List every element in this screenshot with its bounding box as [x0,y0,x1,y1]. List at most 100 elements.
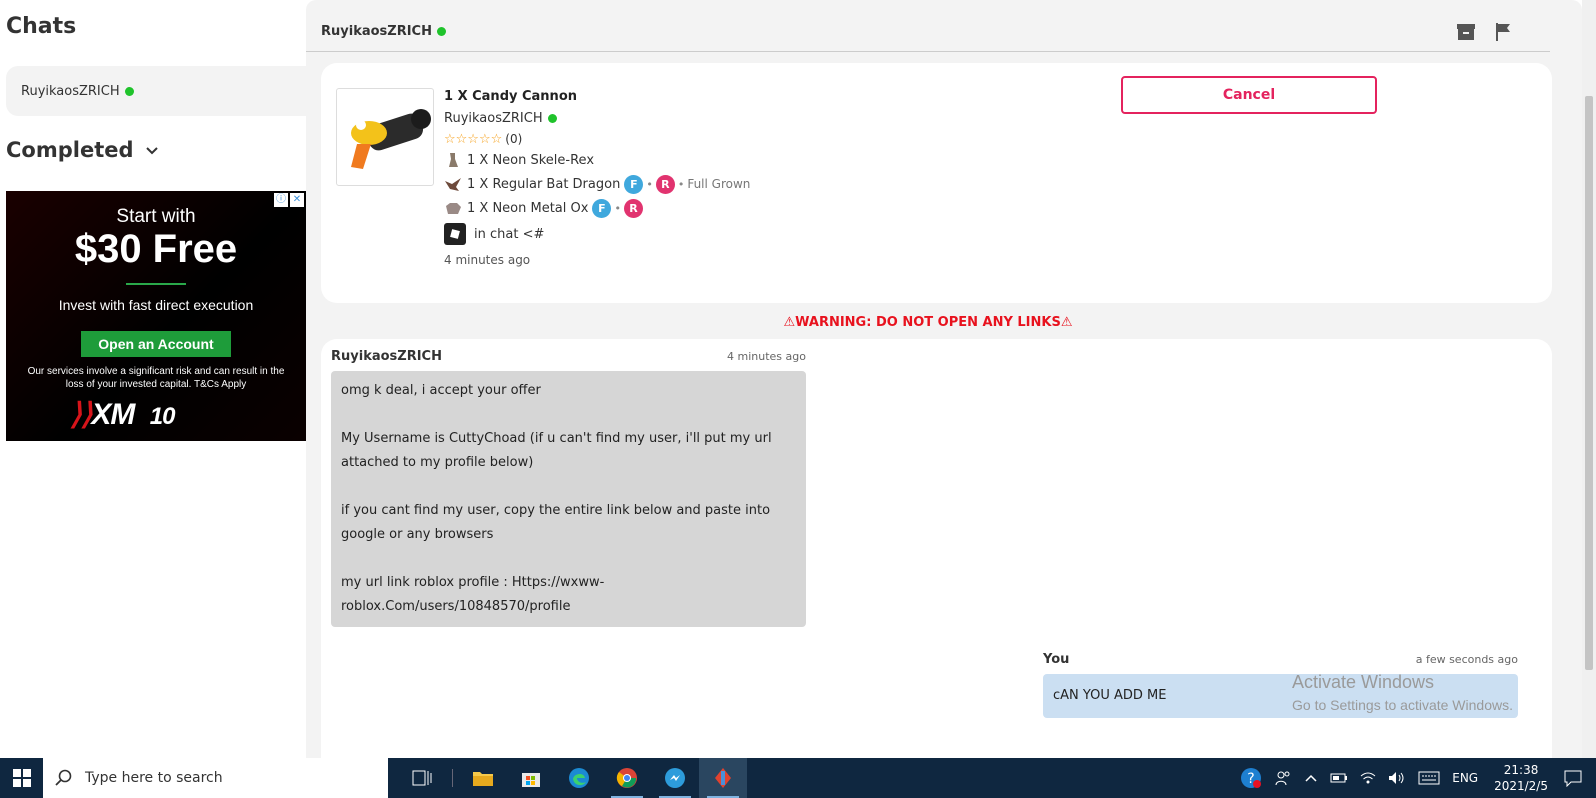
trade-username[interactable]: RuyikaosZRICH [444,111,543,126]
message-time: 4 minutes ago [727,350,806,363]
robux-text: in chat <# [474,226,545,242]
flag-icon[interactable] [1493,22,1513,42]
search-placeholder: Type here to search [85,770,223,786]
chat-sidebar: Chats RuyikaosZRICH Completed ⓘ ✕ Start … [0,0,306,758]
chat-header-user: RuyikaosZRICH [321,24,446,39]
language-indicator[interactable]: ENG [1452,771,1478,785]
ad-open-account-button[interactable]: Open an Account [81,331,231,357]
clock[interactable]: 21:38 2021/2/5 [1494,762,1548,794]
search-icon [55,769,72,786]
bat-dragon-icon [445,178,461,191]
trade-time-row: 4 minutes ago [444,248,750,272]
page: Chats RuyikaosZRICH Completed ⓘ ✕ Start … [0,0,1596,798]
trade-card: 1 X Candy Cannon RuyikaosZRICH ☆☆☆☆☆ (0)… [321,63,1552,303]
task-view-button[interactable] [398,758,446,798]
ad-info-icon[interactable]: ⓘ [274,193,288,207]
trade-details: 1 X Candy Cannon RuyikaosZRICH ☆☆☆☆☆ (0)… [444,89,750,272]
completed-toggle[interactable]: Completed [6,138,160,162]
microsoft-store-app[interactable] [507,758,555,798]
help-icon[interactable]: ? [1240,767,1262,789]
store-icon [522,773,540,787]
online-indicator [547,113,557,123]
chevron-up-icon[interactable] [1304,771,1318,785]
chat-panel: RuyikaosZRICH 1 X Candy Cannon RuyikaosZ… [306,0,1582,758]
ride-badge: R [623,198,643,218]
candy-cannon-image [336,88,434,186]
wifi-icon[interactable] [1360,771,1376,785]
system-tray: ? ENG 21:38 2021/2/5 [1234,758,1596,798]
messenger-app[interactable] [651,758,699,798]
offer-item-1-label: 1 X Neon Skele-Rex [467,152,595,168]
online-indicator [436,27,446,36]
taskbar-search[interactable]: Type here to search [43,758,388,798]
archive-icon[interactable] [1456,22,1476,42]
robux-row: in chat <# [444,220,750,248]
offer-item-2-age: Full Grown [687,177,751,191]
scrollbar-thumb[interactable] [1585,96,1593,670]
chrome-app[interactable] [603,758,651,798]
keyboard-icon[interactable] [1418,771,1440,785]
taskbar: Type here to search ? ENG 21:38 2021/2/5 [0,758,1596,798]
chat-header: RuyikaosZRICH [306,0,1550,52]
messenger-icon [665,768,685,788]
ad-headline: $30 Free [74,227,238,271]
offer-item-3-label: 1 X Neon Metal Ox [467,200,589,216]
folder-icon [473,772,493,786]
windows-logo-icon [12,769,31,787]
task-view-icon [412,770,432,786]
ad-logo-sub: 10 [149,403,176,430]
message-area: RuyikaosZRICH 4 minutes ago omg k deal, … [321,339,1552,758]
edge-icon [569,768,589,788]
clock-time: 21:38 [1503,763,1539,777]
message-bubble-me: cAN YOU ADD ME [1043,674,1518,718]
separator-dot: • [677,177,685,191]
active-app[interactable] [699,758,747,798]
ad-line-3: Invest with fast direct execution [58,297,254,313]
edge-app[interactable] [555,758,603,798]
start-button[interactable] [0,758,43,798]
offer-item-2: 1 X Regular Bat Dragon F • R • Full Grow… [444,172,750,196]
app-icon [715,768,731,788]
separator-dot: • [646,177,653,191]
fly-badge: F [624,174,644,194]
fly-badge: F [592,198,612,218]
battery-icon[interactable] [1330,772,1348,784]
message-bubble-them: omg k deal, i accept your offer My Usern… [331,371,806,627]
notification-icon[interactable] [1564,769,1582,787]
advertisement[interactable]: ⓘ ✕ Start with $30 Free Invest with fast… [6,191,306,441]
star-rating-icon: ☆☆☆☆☆ [444,131,503,147]
completed-label: Completed [6,138,134,162]
message-text: cAN YOU ADD ME [1053,688,1167,703]
chat-header-username: RuyikaosZRICH [321,24,432,39]
volume-icon[interactable] [1388,771,1406,785]
message-author: RuyikaosZRICH [331,349,442,364]
message-author: You [1043,652,1070,667]
metal-ox-icon [446,203,461,214]
ad-logo-main: XM [91,398,135,431]
message-header-them: RuyikaosZRICH 4 minutes ago [331,349,806,364]
ad-disclaimer: Our services involve a significant risk … [27,366,285,390]
chat-item-username: RuyikaosZRICH [21,83,120,99]
rating-count: (0) [505,132,523,146]
chevron-down-icon [145,147,158,155]
ad-line-1: Start with [116,206,196,227]
taskbar-divider [452,769,453,787]
offer-item-3: 1 X Neon Metal Ox F • R [444,196,750,220]
trade-title: 1 X Candy Cannon [444,89,578,104]
trade-user-row: RuyikaosZRICH [444,106,750,130]
message-header-me: You a few seconds ago [1043,652,1518,667]
offer-item-2-label: 1 X Regular Bat Dragon [467,176,621,192]
page-scrollbar[interactable] [1582,0,1596,758]
warning-banner: ⚠WARNING: DO NOT OPEN ANY LINKS⚠ [783,315,1073,330]
chat-list-item[interactable]: RuyikaosZRICH [6,66,306,116]
ad-choices[interactable]: ⓘ ✕ [274,193,304,207]
rating: ☆☆☆☆☆ (0) [444,130,750,148]
trade-time: 4 minutes ago [444,253,531,267]
file-explorer-app[interactable] [459,758,507,798]
people-icon[interactable] [1274,769,1292,787]
ad-logo: ⟩⟩XM 10 [70,398,176,431]
ad-close-icon[interactable]: ✕ [290,193,304,207]
cancel-button[interactable]: Cancel [1121,76,1377,114]
roblox-icon [444,223,466,245]
offer-item-1: 1 X Neon Skele-Rex [444,148,750,172]
